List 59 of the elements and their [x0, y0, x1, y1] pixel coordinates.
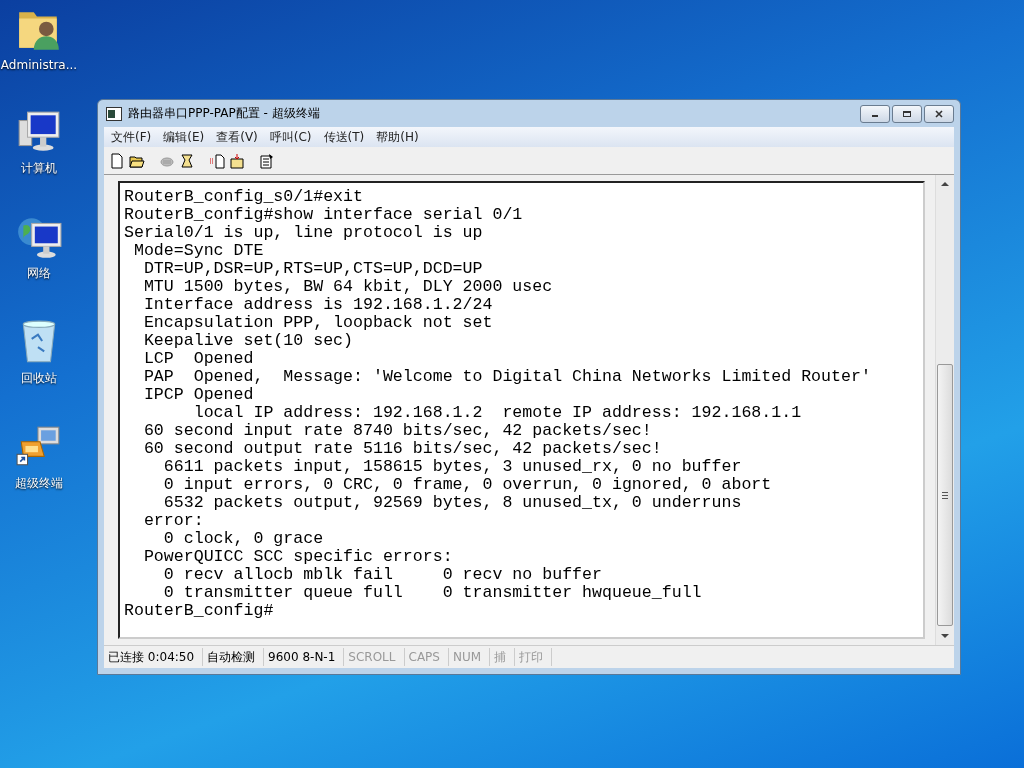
menu-item[interactable]: 编辑(E)	[158, 128, 210, 146]
minimize-button[interactable]	[860, 104, 890, 123]
terminal-line: Mode=Sync DTE	[132, 242, 265, 260]
terminal-line: error:	[142, 512, 205, 530]
status-indicator: 捕	[490, 648, 516, 666]
terminal-line: Serial0/1 is up, line protocol is up	[124, 224, 484, 242]
terminal-line: Keepalive set(10 sec)	[142, 332, 355, 350]
menu-item[interactable]: 查看(V)	[211, 128, 263, 146]
terminal-line: LCP Opened	[142, 350, 255, 368]
terminal-line: MTU 1500 bytes, BW 64 kbit, DLY 2000 usec	[142, 278, 554, 296]
desktop-icon-label[interactable]: Administra...	[0, 58, 78, 72]
close-button[interactable]	[924, 104, 954, 123]
menu-item[interactable]: 呼叫(C)	[264, 128, 317, 146]
menu-item[interactable]: 文件(F)	[106, 128, 157, 146]
terminal-line: 0 transmitter queue full 0 transmitter hwqueue_full	[162, 584, 703, 602]
status-indicator: SCROLL	[344, 648, 405, 666]
terminal-line: RouterB_config#	[124, 602, 275, 620]
terminal-line: RouterB_config_s0/1#exit	[124, 188, 364, 206]
terminal-line: RouterB_config#show interface serial 0/1	[124, 206, 524, 224]
window-title: 路由器串口PPP-PAP配置 - 超级终端	[128, 105, 321, 122]
scrollbar-thumb[interactable]	[937, 364, 953, 626]
status-indicator: CAPS	[404, 648, 449, 666]
desktop-icon-label[interactable]: 回收站	[21, 370, 57, 387]
menu-item[interactable]: 传送(T)	[318, 128, 370, 146]
terminal-line: Interface address is 192.168.1.2/24	[142, 296, 494, 314]
close-icon	[934, 109, 944, 118]
terminal-line: 0 input errors, 0 CRC, 0 frame, 0 overrun, 0 ignored, 0 abort	[162, 476, 773, 494]
terminal-app-icon	[106, 106, 122, 121]
terminal-line: 0 recv allocb mblk fail 0 recv no buffer	[162, 566, 603, 584]
send-file-icon[interactable]	[209, 152, 225, 169]
terminal-line: Encapsulation PPP, loopback not set	[142, 314, 494, 332]
terminal-line: PowerQUICC SCC specific errors:	[142, 548, 454, 566]
receive-file-icon[interactable]	[229, 152, 245, 169]
terminal-line: IPCP Opened	[142, 386, 255, 404]
status-indicator: 已连接 0:04:50	[104, 648, 204, 666]
terminal-line: 6532 packets output, 92569 bytes, 8 unused_tx, 0 underruns	[162, 494, 743, 512]
desktop-icon-label[interactable]: 超级终端	[15, 475, 63, 492]
new-document-icon[interactable]	[109, 152, 125, 169]
terminal-line: 60 second input rate 8740 bits/sec, 42 packets/sec!	[142, 422, 653, 440]
vertical-scrollbar[interactable]	[935, 175, 954, 645]
terminal-line: DTR=UP,DSR=UP,RTS=UP,CTS=UP,DCD=UP	[142, 260, 484, 278]
terminal-line: 0 clock, 0 grace	[162, 530, 325, 548]
desktop-icon-label[interactable]: 网络	[27, 265, 51, 282]
scroll-up-arrow-icon[interactable]	[941, 181, 949, 186]
terminal-line: 6611 packets input, 158615 bytes, 3 unused_rx, 0 no buffer	[162, 458, 743, 476]
status-indicator: NUM	[448, 648, 491, 666]
restore-button[interactable]	[892, 104, 922, 123]
status-indicator: 9600 8-N-1	[264, 648, 345, 666]
status-indicator: 自动检测	[203, 648, 265, 666]
scroll-down-arrow-icon[interactable]	[941, 634, 949, 639]
terminal-line: PAP Opened, Message: 'Welcome to Digital China Networks Limited Router'	[142, 368, 872, 386]
status-indicator: 打印	[515, 648, 553, 666]
restore-icon	[902, 109, 912, 118]
desktop-icon-label[interactable]: 计算机	[21, 160, 57, 177]
terminal-line: local IP address: 192.168.1.2 remote IP address: 192.168.1.1	[192, 404, 803, 422]
terminal-line: 60 second output rate 5116 bits/sec, 42 packets/sec!	[142, 440, 663, 458]
grip-icon	[942, 491, 948, 499]
menu-item[interactable]: 帮助(H)	[371, 128, 424, 146]
properties-icon[interactable]	[259, 152, 275, 169]
